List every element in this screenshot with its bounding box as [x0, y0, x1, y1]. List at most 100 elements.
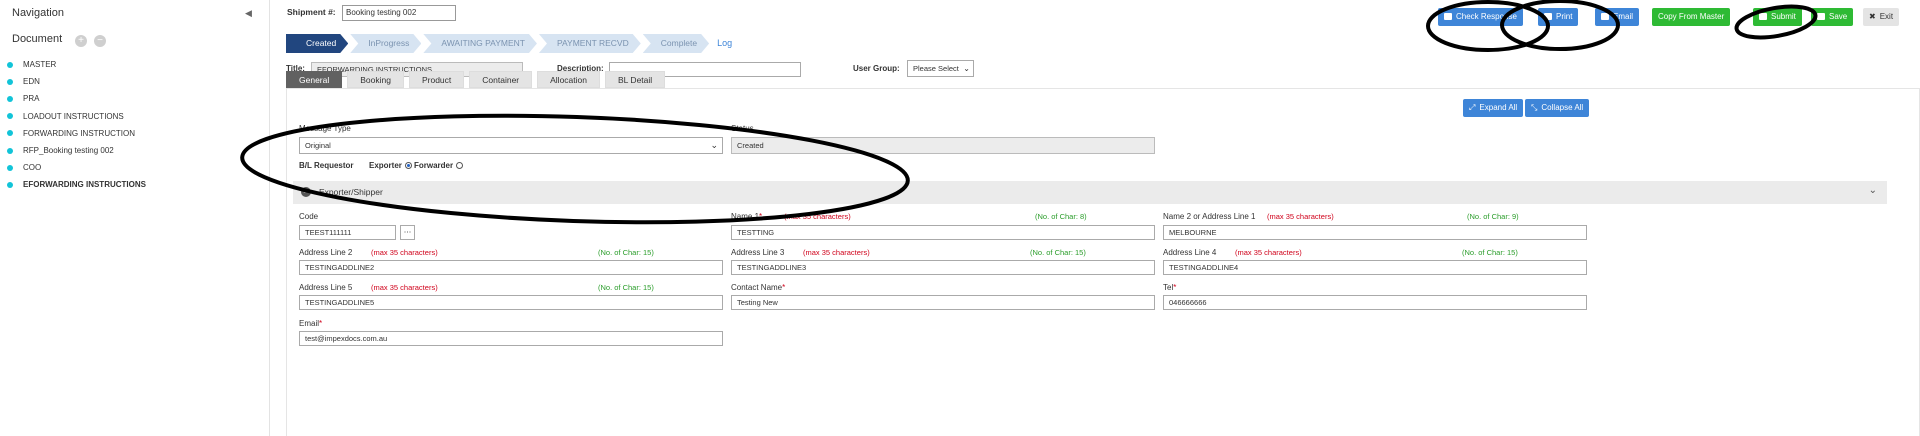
required-marker: *	[319, 319, 323, 328]
addr4-label: Address Line 4	[1163, 248, 1217, 257]
save-label: Save	[1829, 12, 1848, 21]
char-count: (No. of Char: 15)	[1462, 248, 1518, 257]
add-document-icon[interactable]: +	[75, 35, 87, 47]
tree-dot-icon	[7, 78, 13, 85]
required-marker: *	[1173, 283, 1177, 292]
exit-label: Exit	[1879, 12, 1894, 21]
copy-from-master-button[interactable]: Copy From Master	[1652, 8, 1731, 26]
status-label: Status	[731, 124, 754, 133]
tree-item-forwarding[interactable]: FORWARDING INSTRUCTION	[7, 125, 146, 142]
message-type-select[interactable]: Original ⌄	[299, 137, 723, 154]
collapse-icon: ⤡	[1531, 103, 1538, 112]
max-chars-note: (max 35 characters)	[371, 248, 438, 257]
minus-icon[interactable]: −	[301, 187, 311, 197]
tree-item-coo[interactable]: COO	[7, 159, 146, 176]
max-chars-note: (max 35 characters)	[1235, 248, 1302, 257]
tab-general[interactable]: General	[286, 71, 343, 88]
name1-label: Name 1*	[731, 212, 762, 221]
step-inprogress: InProgress	[350, 34, 421, 53]
more-options-button[interactable]: ⋯	[400, 225, 415, 240]
user-group-label: User Group:	[853, 64, 900, 73]
code-label: Code	[299, 212, 319, 221]
name2-field[interactable]: MELBOURNE	[1163, 225, 1587, 240]
addr5-label: Address Line 5	[299, 283, 353, 292]
bl-requestor-label: B/L Requestor	[299, 161, 354, 170]
check-response-button[interactable]: Check Response	[1438, 8, 1523, 26]
addr3-label: Address Line 3	[731, 248, 785, 257]
max-chars-note: (max 35 characters)	[371, 283, 438, 292]
name1-label-text: Name 1	[731, 212, 760, 221]
code-field[interactable]: TEEST111111	[299, 225, 396, 240]
exporter-option[interactable]: Exporter	[369, 161, 412, 170]
tree-item-edn[interactable]: EDN	[7, 73, 146, 90]
remove-document-icon[interactable]: −	[94, 35, 106, 47]
status-field: Created	[731, 137, 1155, 154]
submit-label: Submit	[1771, 12, 1796, 21]
exit-button[interactable]: ✖ Exit	[1863, 8, 1900, 26]
expand-all-button[interactable]: ⤢ Expand All	[1463, 99, 1524, 117]
chevron-down-icon: ⌄	[963, 64, 970, 73]
max-chars-note: (max 35 characters)	[784, 212, 851, 221]
email-label: Email	[1613, 12, 1634, 21]
tel-label-text: Tel	[1163, 283, 1174, 292]
addr5-field[interactable]: TESTINGADDLINE5	[299, 295, 723, 310]
general-panel: ⤢ Expand All ⤡ Collapse All Message Type O…	[286, 88, 1920, 436]
print-label: Print	[1556, 12, 1573, 21]
addr2-field[interactable]: TESTINGADDLINE2	[299, 260, 723, 275]
email-label: Email*	[299, 319, 322, 328]
step-payment-recvd: PAYMENT RECVD	[539, 34, 641, 53]
addr4-field[interactable]: TESTINGADDLINE4	[1163, 260, 1587, 275]
forwarder-option[interactable]: Forwarder	[414, 161, 464, 170]
tree-item-rfp[interactable]: RFP_Booking testing 002	[7, 142, 146, 159]
exporter-shipper-section-header[interactable]: − Exporter/Shipper ⌄	[293, 181, 1887, 204]
forwarder-radio[interactable]	[456, 162, 464, 169]
email-button[interactable]: Email	[1595, 8, 1640, 26]
tree-item-label: EFORWARDING INSTRUCTIONS	[23, 180, 146, 190]
tree-dot-icon	[7, 147, 13, 154]
tree-item-label: COO	[23, 163, 42, 173]
tab-product[interactable]: Product	[408, 71, 465, 88]
tab-container[interactable]: Container	[469, 71, 533, 88]
tree-dot-icon	[7, 61, 13, 68]
tree-item-label: EDN	[23, 77, 40, 87]
document-label: Document	[12, 33, 63, 45]
tree-item-master[interactable]: MASTER	[7, 56, 146, 73]
collapse-all-label: Collapse All	[1541, 103, 1584, 112]
contact-name-field[interactable]: Testing New	[731, 295, 1155, 310]
tree-item-eforwarding[interactable]: EFORWARDING INSTRUCTIONS	[7, 176, 146, 193]
save-icon	[1817, 13, 1825, 20]
chevron-down-icon: ⌄	[710, 140, 718, 150]
tab-bl-detail[interactable]: BL Detail	[604, 71, 666, 88]
print-button[interactable]: Print	[1538, 8, 1579, 26]
collapse-all-button[interactable]: ⤡ Collapse All	[1525, 99, 1590, 117]
tree-dot-icon	[7, 164, 13, 171]
user-group-select[interactable]: Please Select ⌄	[907, 60, 974, 77]
shipment-number-input[interactable]: Booking testing 002	[342, 5, 456, 21]
char-count: (No. of Char: 15)	[598, 283, 654, 292]
step-complete: Complete	[643, 34, 709, 53]
tree-dot-icon	[7, 181, 13, 188]
save-button[interactable]: Save	[1811, 8, 1854, 26]
tree-item-pra[interactable]: PRA	[7, 90, 146, 107]
name1-field[interactable]: TESTTING	[731, 225, 1155, 240]
tree-item-loadout[interactable]: LOADOUT INSTRUCTIONS	[7, 108, 146, 125]
collapse-sidebar-icon[interactable]: ◀	[245, 8, 252, 19]
sidebar: Navigation ◀ Document + − MASTER EDN PRA…	[0, 0, 270, 436]
contact-name-label: Contact Name*	[731, 283, 785, 292]
tel-field[interactable]: 046666666	[1163, 295, 1587, 310]
email-field[interactable]: test@impexdocs.com.au	[299, 331, 723, 346]
tree-item-label: PRA	[23, 94, 40, 104]
max-chars-note: (max 35 characters)	[803, 248, 870, 257]
char-count: (No. of Char: 9)	[1467, 212, 1519, 221]
status-steps: Created InProgress AWAITING PAYMENT PAYM…	[286, 34, 732, 53]
tab-booking[interactable]: Booking	[347, 71, 404, 88]
log-link[interactable]: Log	[717, 34, 732, 53]
expand-icon: ⤢	[1469, 103, 1476, 112]
addr3-field[interactable]: TESTINGADDLINE3	[731, 260, 1155, 275]
tab-allocation[interactable]: Allocation	[537, 71, 600, 88]
tree-dot-icon	[7, 130, 13, 137]
chevron-down-icon[interactable]: ⌄	[1869, 185, 1877, 196]
exporter-radio[interactable]	[404, 162, 412, 169]
submit-button[interactable]: Submit	[1753, 8, 1802, 26]
expand-all-label: Expand All	[1479, 103, 1518, 112]
